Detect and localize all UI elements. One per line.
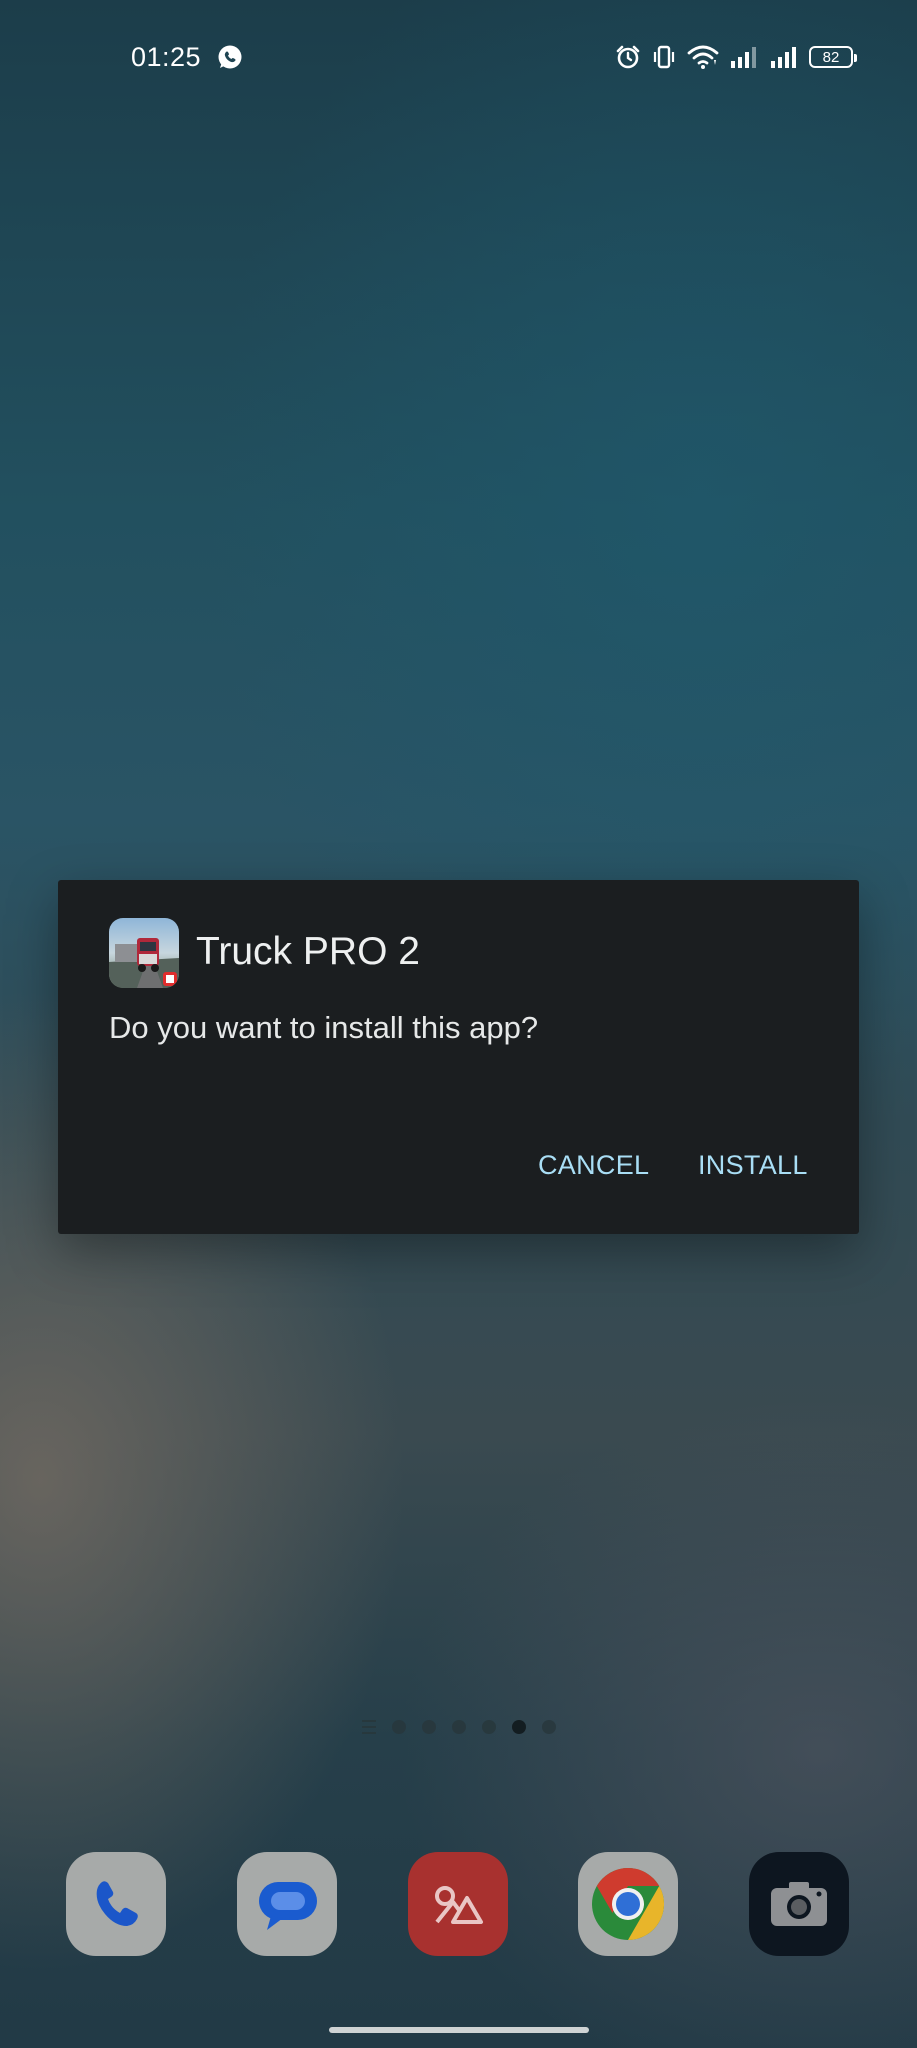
page-dot[interactable] [451,1720,466,1734]
cancel-button[interactable]: CANCEL [538,1150,649,1181]
page-dot-active[interactable] [511,1720,526,1734]
gallery-icon [435,1886,483,1924]
install-button[interactable]: INSTALL [698,1150,808,1181]
chrome-app[interactable] [578,1852,678,1956]
status-time: 01:25 [131,42,202,72]
signal-icon [731,47,756,68]
battery-icon: 82 [809,46,857,68]
app-title: Truck PRO 2 [196,930,420,973]
dialog-message: Do you want to install this app? [109,1010,539,1045]
battery-level: 82 [822,48,840,66]
camera-icon [771,1882,827,1926]
page-dot[interactable] [421,1720,436,1734]
page-dot[interactable] [391,1720,406,1734]
page-dot[interactable] [541,1720,556,1734]
messages-app[interactable] [237,1852,337,1956]
phone-icon [96,1881,138,1926]
app-icon [109,918,179,988]
chrome-icon [592,1868,665,1940]
signal-icon [771,47,796,68]
vibrate-icon [653,45,675,69]
messages-icon [259,1882,317,1930]
wifi-icon [687,45,719,69]
page-indicator[interactable] [0,1716,917,1738]
app-drawer-icon[interactable] [361,1720,376,1734]
install-dialog: Truck PRO 2 Do you want to install this … [58,880,859,1234]
page-dot[interactable] [481,1720,496,1734]
camera-app[interactable] [749,1852,849,1956]
alarm-icon [616,45,640,69]
whatsapp-icon [218,45,242,69]
dock [0,1852,917,1956]
gesture-bar[interactable] [329,2027,589,2033]
phone-app[interactable] [66,1852,166,1956]
status-icons: 82 [615,43,857,71]
status-bar: 01:25 82 [0,0,917,116]
gallery-app[interactable] [408,1852,508,1956]
